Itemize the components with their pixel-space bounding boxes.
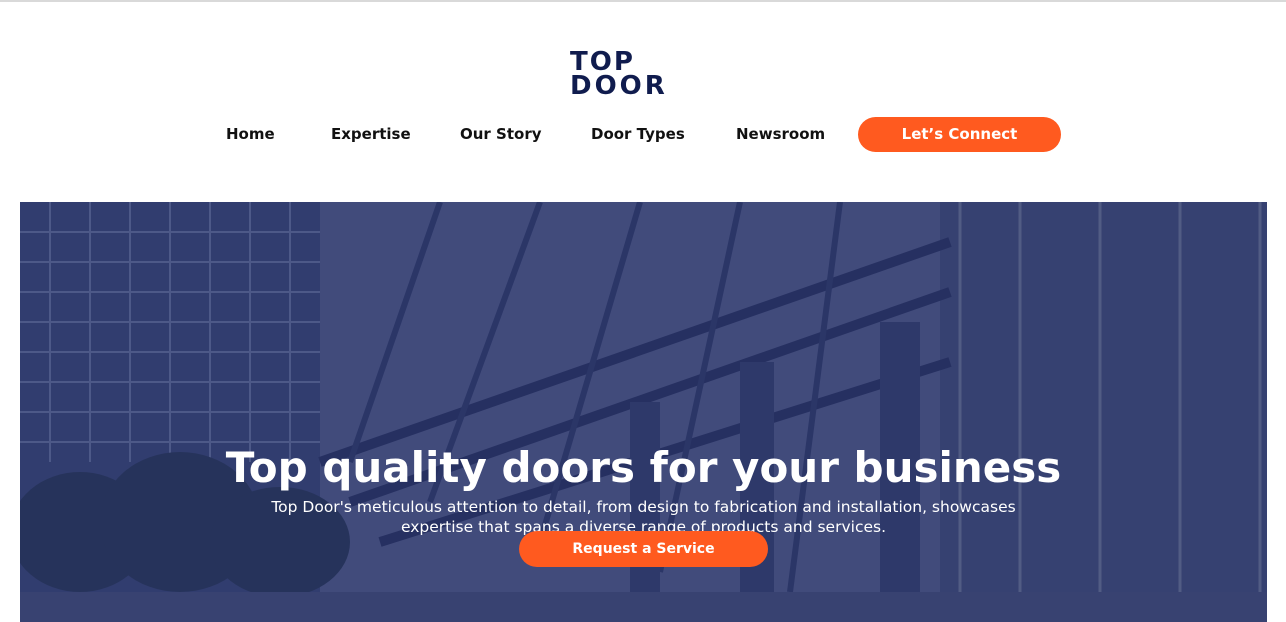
nav-expertise-link[interactable]: Expertise bbox=[331, 116, 411, 153]
nav-newsroom-link[interactable]: Newsroom bbox=[736, 116, 825, 153]
lets-connect-button[interactable]: Let’s Connect bbox=[858, 117, 1061, 152]
nav-our-story-link[interactable]: Our Story bbox=[460, 116, 542, 153]
hero-title: Top quality doors for your business bbox=[225, 443, 1062, 493]
request-service-button[interactable]: Request a Service bbox=[519, 531, 768, 567]
main-navigation: Home Expertise Our Story Door Types News… bbox=[0, 116, 1286, 153]
top-border bbox=[0, 0, 1286, 2]
top-door-logo[interactable]: TOP DOOR bbox=[570, 47, 700, 101]
hero-banner: Top quality doors for your business Top … bbox=[20, 202, 1267, 622]
nav-door-types-link[interactable]: Door Types bbox=[591, 116, 685, 153]
logo-line-1: TOP bbox=[570, 47, 635, 77]
logo-line-2: DOOR bbox=[570, 71, 668, 101]
nav-home-link[interactable]: Home bbox=[226, 116, 275, 153]
